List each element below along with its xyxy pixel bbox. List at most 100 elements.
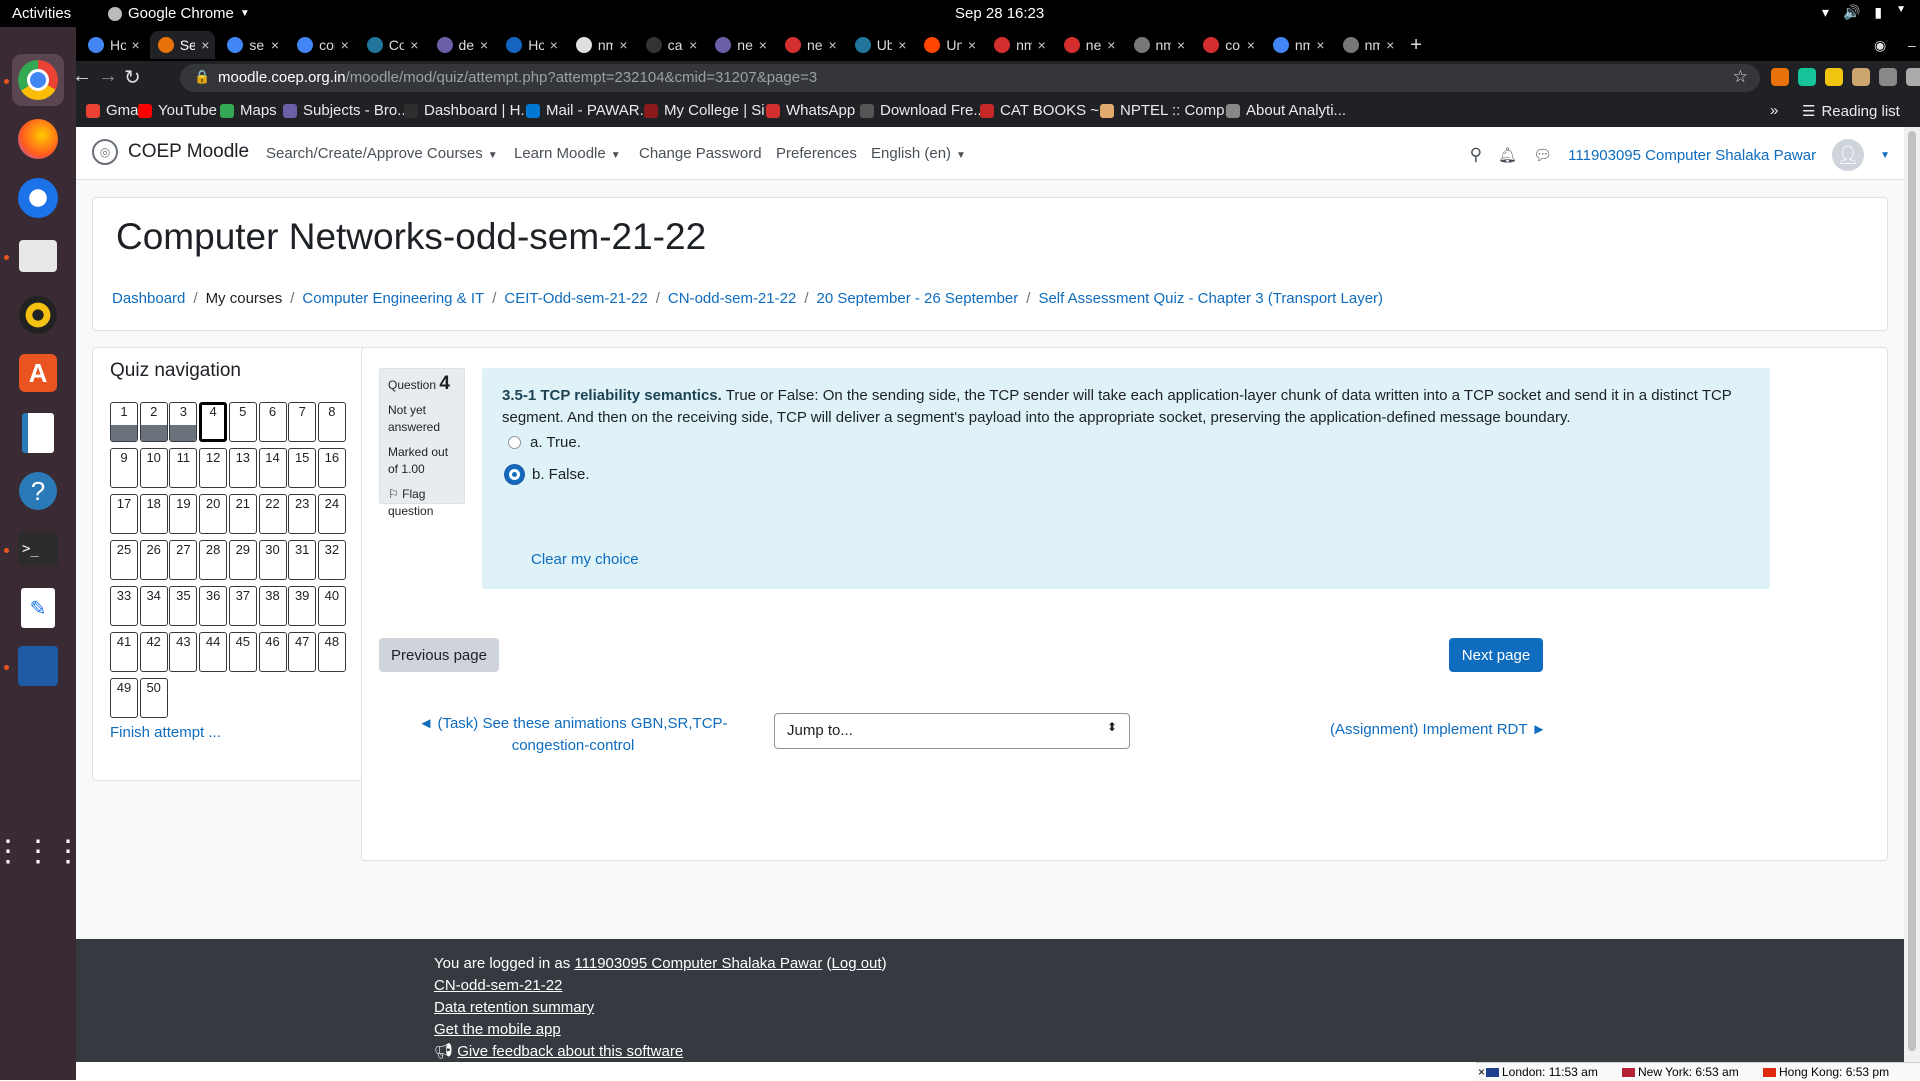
grammarly-icon[interactable] (1798, 68, 1816, 86)
quiz-nav-question-button[interactable]: 21 (228, 494, 257, 534)
bookmark-item[interactable]: Mail - PAWAR... (526, 102, 652, 119)
browser-tab[interactable]: net × (707, 31, 773, 59)
quiz-nav-question-button[interactable]: 24 (317, 494, 346, 534)
quiz-nav-question-button[interactable]: 41 (110, 632, 138, 672)
avatar[interactable]: 👤︎ (1832, 139, 1865, 171)
quiz-nav-question-button[interactable]: 30 (258, 540, 287, 580)
minimize-icon[interactable]: – (1908, 31, 1916, 59)
show-apps-button[interactable]: ⋮⋮⋮ (0, 825, 83, 877)
user-name[interactable]: 111903095 Computer Shalaka Pawar (1568, 147, 1816, 164)
terminal-launcher[interactable]: >_ (12, 523, 64, 575)
chevron-down-icon[interactable]: ▼ (1880, 150, 1890, 161)
browser-tab[interactable]: del × (429, 31, 495, 59)
tab-close-icon[interactable]: × (689, 37, 697, 53)
tab-close-icon[interactable]: × (201, 37, 209, 53)
nav-learn-moodle[interactable]: Learn Moodle ▼ (514, 145, 621, 162)
quiz-nav-question-button[interactable]: 23 (288, 494, 317, 534)
reload-icon[interactable]: ↻ (124, 65, 141, 90)
quiz-nav-question-button[interactable]: 47 (288, 632, 317, 672)
tab-close-icon[interactable]: × (410, 37, 418, 53)
quiz-nav-question-button[interactable]: 16 (317, 448, 346, 488)
system-tray[interactable]: ▾ 🔊 ▮ ▼ (1822, 4, 1906, 21)
answer-option-b[interactable]: b. False. (506, 466, 590, 483)
puzzle-icon[interactable] (1906, 68, 1920, 86)
quiz-nav-question-button[interactable]: 17 (110, 494, 138, 534)
quiz-nav-question-button[interactable]: 43 (169, 632, 198, 672)
scrollbar-thumb[interactable] (1908, 131, 1916, 1051)
more-bookmarks-icon[interactable]: » (1770, 102, 1778, 119)
quiz-nav-question-button[interactable]: 10 (139, 448, 168, 488)
forward-icon[interactable]: → (98, 65, 118, 88)
app-menu[interactable]: Google Chrome ▼ (108, 5, 250, 22)
bookmark-item[interactable]: Dashboard | H... (404, 102, 533, 119)
breadcrumb-course[interactable]: CN-odd-sem-21-22 (668, 290, 796, 307)
quiz-nav-question-button[interactable]: 27 (169, 540, 198, 580)
system-clock[interactable]: Sep 28 16:23 (955, 5, 1044, 22)
tab-close-icon[interactable]: × (829, 37, 837, 53)
previous-page-button[interactable]: Previous page (379, 638, 499, 672)
quiz-nav-question-button[interactable]: 11 (169, 448, 198, 488)
radio-button[interactable] (508, 436, 521, 449)
quiz-nav-question-button[interactable]: 28 (199, 540, 228, 580)
bookmark-item[interactable]: Gmail (86, 102, 145, 119)
quiz-nav-question-button[interactable]: 39 (288, 586, 317, 626)
help-launcher[interactable]: ? (12, 465, 64, 517)
quiz-nav-question-button[interactable]: 5 (228, 402, 257, 442)
browser-tab[interactable]: nm × (1335, 31, 1401, 59)
browser-tab[interactable]: Ub × (847, 31, 913, 59)
tab-close-icon[interactable]: × (1247, 37, 1255, 53)
extension-icon[interactable] (1852, 68, 1870, 86)
browser-tab[interactable]: nm × (1265, 31, 1331, 59)
browser-tab[interactable]: Co × (359, 31, 425, 59)
browser-tab[interactable]: nm × (568, 31, 634, 59)
quiz-nav-question-button[interactable]: 40 (317, 586, 346, 626)
browser-tab[interactable]: cor × (289, 31, 355, 59)
tab-close-icon[interactable]: × (898, 37, 906, 53)
quiz-nav-question-button[interactable]: 20 (199, 494, 228, 534)
tab-close-icon[interactable]: × (759, 37, 767, 53)
wireshark-launcher[interactable] (12, 640, 64, 692)
footer-user-link[interactable]: 111903095 Computer Shalaka Pawar (574, 955, 822, 972)
breadcrumb-dashboard[interactable]: Dashboard (112, 290, 185, 307)
browser-tab[interactable]: net × (1056, 31, 1122, 59)
quiz-nav-question-button[interactable]: 35 (169, 586, 198, 626)
footer-course-link[interactable]: CN-odd-sem-21-22 (434, 977, 562, 994)
flag-question-button[interactable]: ⚐ Flag question (388, 486, 456, 520)
quiz-nav-question-button[interactable]: 38 (258, 586, 287, 626)
nav-search-create-courses[interactable]: Search/Create/Approve Courses ▼ (266, 145, 498, 162)
radio-button-selected[interactable] (506, 466, 523, 483)
bookmark-item[interactable]: Download Fre... (860, 102, 986, 119)
tab-close-icon[interactable]: × (341, 37, 349, 53)
quiz-nav-question-button[interactable]: 18 (139, 494, 168, 534)
bookmark-star-icon[interactable]: ☆ (1733, 67, 1748, 87)
quiz-nav-question-button[interactable]: 49 (110, 678, 138, 718)
logout-link[interactable]: Log out (832, 955, 882, 972)
clear-my-choice-link[interactable]: Clear my choice (531, 551, 639, 568)
bookmark-item[interactable]: CAT BOOKS ~... (980, 102, 1112, 119)
breadcrumb-quiz[interactable]: Self Assessment Quiz - Chapter 3 (Transp… (1038, 290, 1383, 307)
quiz-nav-question-button[interactable]: 2 (139, 402, 168, 442)
answer-option-a[interactable]: a. True. (508, 434, 581, 451)
highlighter-icon[interactable] (1825, 68, 1843, 86)
feedback-link[interactable]: Give feedback about this software (457, 1043, 683, 1060)
quiz-nav-question-button[interactable]: 1 (110, 402, 138, 442)
nav-change-password[interactable]: Change Password (639, 145, 762, 162)
bookmark-item[interactable]: YouTube (138, 102, 217, 119)
breadcrumb-week[interactable]: 20 September - 26 September (816, 290, 1018, 307)
browser-tab[interactable]: Sel × (149, 31, 216, 59)
quiz-nav-question-button[interactable]: 36 (199, 586, 228, 626)
quiz-nav-question-button[interactable]: 31 (288, 540, 317, 580)
thunderbird-launcher[interactable] (12, 172, 64, 224)
data-retention-link[interactable]: Data retention summary (434, 999, 594, 1016)
bookmark-item[interactable]: My College | Si... (644, 102, 777, 119)
chrome-launcher[interactable] (12, 54, 64, 106)
new-tab-icon[interactable]: + (1410, 31, 1422, 59)
jump-to-select[interactable]: Jump to... ⬍ (774, 713, 1130, 749)
browser-tab[interactable]: net × (777, 31, 843, 59)
quiz-nav-question-button[interactable]: 3 (169, 402, 198, 442)
quiz-nav-question-button[interactable]: 19 (169, 494, 198, 534)
address-bar[interactable]: 🔒 moodle.coep.org.in/moodle/mod/quiz/att… (180, 64, 1760, 92)
quiz-nav-question-button[interactable]: 37 (228, 586, 257, 626)
quiz-nav-question-button[interactable]: 26 (139, 540, 168, 580)
close-icon[interactable]: × (1478, 1065, 1485, 1079)
